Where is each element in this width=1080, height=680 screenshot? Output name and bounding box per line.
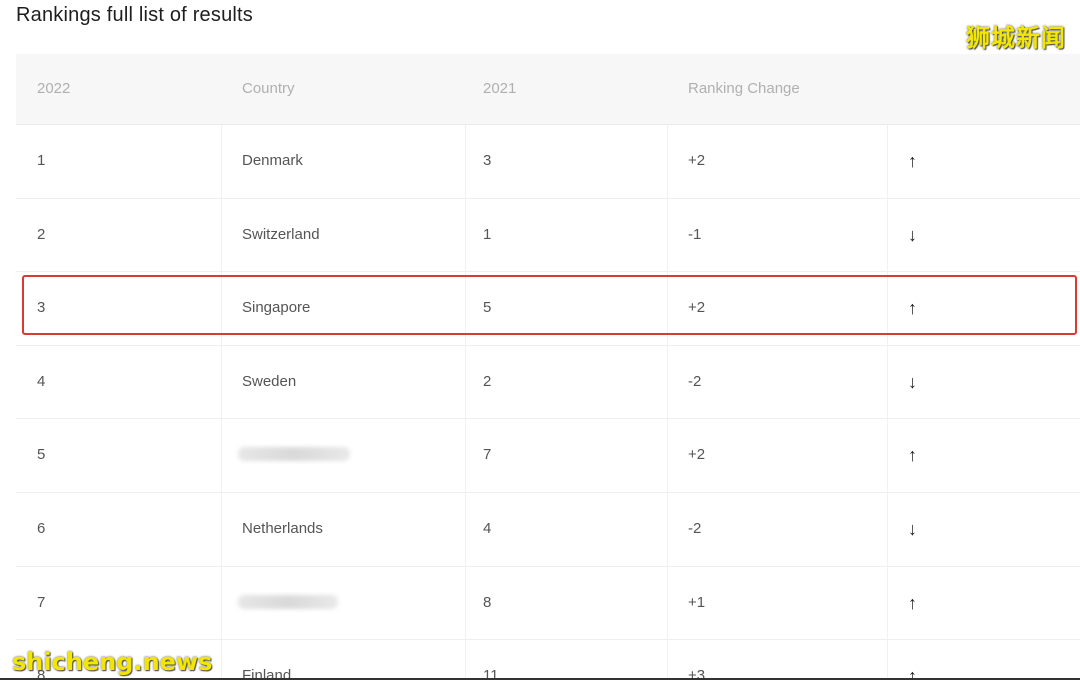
column-divider xyxy=(465,492,466,566)
column-divider xyxy=(221,419,222,492)
watermark-bottom-left: shicheng.news xyxy=(12,648,213,676)
rank-2021: 3 xyxy=(483,152,492,169)
column-divider xyxy=(887,198,888,272)
column-divider xyxy=(667,492,668,566)
column-divider xyxy=(887,640,888,680)
column-divider xyxy=(667,640,668,680)
country-name: Finland xyxy=(242,667,292,680)
column-divider xyxy=(667,419,668,492)
ranking-change: +3 xyxy=(688,667,706,680)
ranking-change: +2 xyxy=(688,446,706,464)
column-divider xyxy=(667,566,668,640)
blurred-country-name xyxy=(238,594,338,609)
country-name: Denmark xyxy=(242,152,303,169)
rank-2021: 5 xyxy=(483,299,492,317)
header-country[interactable]: Country xyxy=(242,54,295,124)
column-divider xyxy=(465,345,466,419)
rank-2022: 4 xyxy=(37,372,46,390)
column-divider xyxy=(221,640,222,680)
rank-2021: 4 xyxy=(483,519,492,537)
rank-2021: 11 xyxy=(483,667,499,680)
page-title: Rankings full list of results xyxy=(16,4,254,26)
column-divider xyxy=(221,272,222,345)
column-divider xyxy=(465,125,466,198)
table-header: 2022 Country 2021 Ranking Change xyxy=(16,54,1080,125)
table-row-highlighted: 3 Singapore 5 +2 ↑ xyxy=(16,272,1080,346)
header-2022[interactable]: 2022 xyxy=(37,54,70,124)
ranking-change: +2 xyxy=(688,152,706,169)
header-ranking-change[interactable]: Ranking Change xyxy=(688,54,800,124)
column-divider xyxy=(887,272,888,345)
rankings-table: 2022 Country 2021 Ranking Change 1 Denma… xyxy=(16,54,1080,680)
up-arrow-icon: ↑ xyxy=(908,151,917,171)
column-divider xyxy=(465,419,466,492)
rank-2021: 1 xyxy=(483,225,492,243)
rank-2021: 7 xyxy=(483,446,492,464)
column-divider xyxy=(667,198,668,272)
rank-2022: 3 xyxy=(37,299,46,317)
down-arrow-icon: ↓ xyxy=(908,224,917,245)
country-name: Netherlands xyxy=(242,519,323,537)
table-row: 6 Netherlands 4 -2 ↓ xyxy=(16,492,1080,567)
country-name: Switzerland xyxy=(242,225,320,243)
ranking-change: +1 xyxy=(688,593,706,611)
rank-2022: 2 xyxy=(37,225,46,243)
ranking-change: -2 xyxy=(688,519,702,537)
column-divider xyxy=(465,566,466,640)
up-arrow-icon: ↑ xyxy=(908,592,917,613)
up-arrow-icon: ↑ xyxy=(908,298,917,319)
column-divider xyxy=(221,492,222,566)
column-divider xyxy=(221,566,222,640)
rank-2021: 8 xyxy=(483,593,492,611)
rank-2022: 1 xyxy=(37,152,46,169)
rank-2021: 2 xyxy=(483,372,492,390)
down-arrow-icon: ↓ xyxy=(908,371,917,392)
column-divider xyxy=(667,345,668,419)
blurred-country-name xyxy=(238,447,350,462)
ranking-change: -1 xyxy=(688,225,702,243)
column-divider xyxy=(887,419,888,492)
column-divider xyxy=(887,492,888,566)
column-divider xyxy=(465,198,466,272)
down-arrow-icon: ↓ xyxy=(908,518,917,539)
rank-2022: 7 xyxy=(37,593,46,611)
column-divider xyxy=(465,640,466,680)
country-name: Sweden xyxy=(242,372,297,390)
table-row: 7 8 +1 ↑ xyxy=(16,566,1080,641)
watermark-top-right: 狮城新闻 xyxy=(966,24,1066,52)
column-divider xyxy=(667,125,668,198)
rank-2022: 5 xyxy=(37,446,46,464)
up-arrow-icon: ↑ xyxy=(908,666,917,680)
column-divider xyxy=(667,272,668,345)
country-name: Singapore xyxy=(242,299,311,317)
column-divider xyxy=(887,125,888,198)
table-row: 4 Sweden 2 -2 ↓ xyxy=(16,345,1080,420)
column-divider xyxy=(221,125,222,198)
ranking-change: +2 xyxy=(688,299,706,317)
rankings-page: Rankings full list of results 狮城新闻 2022 … xyxy=(0,0,1080,680)
table-row: 2 Switzerland 1 -1 ↓ xyxy=(16,198,1080,273)
column-divider xyxy=(221,345,222,419)
table-row: 1 Denmark 3 +2 ↑ xyxy=(16,125,1080,199)
table-row: 5 7 +2 ↑ xyxy=(16,419,1080,493)
ranking-change: -2 xyxy=(688,372,702,390)
column-divider xyxy=(887,345,888,419)
column-divider xyxy=(221,198,222,272)
rank-2022: 6 xyxy=(37,519,46,537)
column-divider xyxy=(465,272,466,345)
column-divider xyxy=(887,566,888,640)
up-arrow-icon: ↑ xyxy=(908,445,917,466)
header-2021[interactable]: 2021 xyxy=(483,54,516,124)
